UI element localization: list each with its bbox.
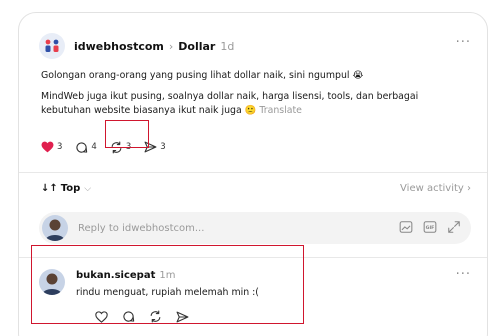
comment-actions: [95, 310, 203, 323]
send-icon: [144, 141, 157, 153]
reply-count: 4: [91, 142, 97, 152]
user-avatar-icon: [42, 215, 68, 241]
post-actions: 3 4 3 3: [41, 138, 179, 156]
author-avatar[interactable]: [39, 33, 65, 59]
post-text-line-1: Golongan orang-orang yang pusing lihat d…: [41, 70, 364, 81]
comment-bubble-icon: [76, 141, 88, 153]
reply-button[interactable]: 4: [75, 138, 97, 156]
comment-text: rindu menguat, rupiah melemah min :(: [76, 287, 259, 298]
send-icon[interactable]: [176, 311, 189, 323]
comment-item: bukan.sicepat 1m rindu menguat, rupiah me…: [39, 267, 471, 336]
repost-count: 3: [125, 142, 132, 152]
repost-icon[interactable]: [149, 310, 162, 323]
sort-bar: ↓↑ Top ⌵ View activity ›: [41, 183, 471, 194]
image-icon[interactable]: [399, 220, 413, 234]
avatar: [42, 215, 68, 241]
expand-icon[interactable]: [447, 220, 461, 234]
post-text-line-2-content: MindWeb juga ikut pusing, soalnya dollar…: [41, 91, 419, 116]
svg-text:GIF: GIF: [426, 225, 435, 231]
comment-more-icon[interactable]: ···: [456, 267, 471, 282]
repost-button[interactable]: 3: [110, 138, 131, 156]
breadcrumb-separator-icon: ›: [168, 39, 174, 53]
comment-author[interactable]: bukan.sicepat: [76, 270, 155, 281]
post-text-line-2: MindWeb juga ikut pusing, soalnya dollar…: [41, 90, 471, 118]
comment-author-line: bukan.sicepat 1m: [76, 270, 175, 281]
post-community[interactable]: Dollar: [178, 40, 215, 53]
reply-input[interactable]: Reply to idwebhostcom... GIF: [39, 212, 471, 244]
post-more-icon[interactable]: ···: [456, 35, 471, 50]
comment-time: 1m: [159, 270, 176, 281]
divider: [19, 172, 487, 173]
comment-bubble-icon[interactable]: [122, 310, 135, 323]
share-button[interactable]: 3: [144, 138, 166, 156]
post-header: idwebhostcom › Dollar 1d ···: [39, 33, 479, 59]
translate-link[interactable]: Translate: [259, 105, 302, 116]
post-time: 1d: [220, 39, 235, 53]
gif-icon[interactable]: GIF: [423, 220, 437, 234]
sort-icon: ↓↑: [41, 183, 58, 194]
like-button[interactable]: 3: [41, 138, 62, 156]
chevron-down-icon[interactable]: ⌵: [84, 184, 91, 194]
reply-placeholder: Reply to idwebhostcom...: [78, 222, 205, 234]
user-avatar-icon: [39, 269, 65, 295]
like-count: 3: [57, 142, 63, 152]
avatar[interactable]: [39, 269, 65, 295]
idwebhost-logo-icon: [45, 39, 59, 52]
heart-filled-icon: [41, 141, 54, 153]
repost-icon: [111, 141, 122, 153]
post-author[interactable]: idwebhostcom: [74, 40, 164, 53]
sort-dropdown[interactable]: Top: [61, 183, 81, 194]
heart-icon[interactable]: [95, 310, 108, 323]
divider: [19, 257, 487, 258]
reply-tools: GIF: [389, 220, 461, 234]
share-count: 3: [160, 142, 166, 152]
view-activity-link[interactable]: View activity ›: [400, 183, 471, 194]
post-body: Golongan orang-orang yang pusing lihat d…: [41, 69, 471, 125]
thread-card: idwebhostcom › Dollar 1d ··· Golongan or…: [18, 12, 488, 336]
